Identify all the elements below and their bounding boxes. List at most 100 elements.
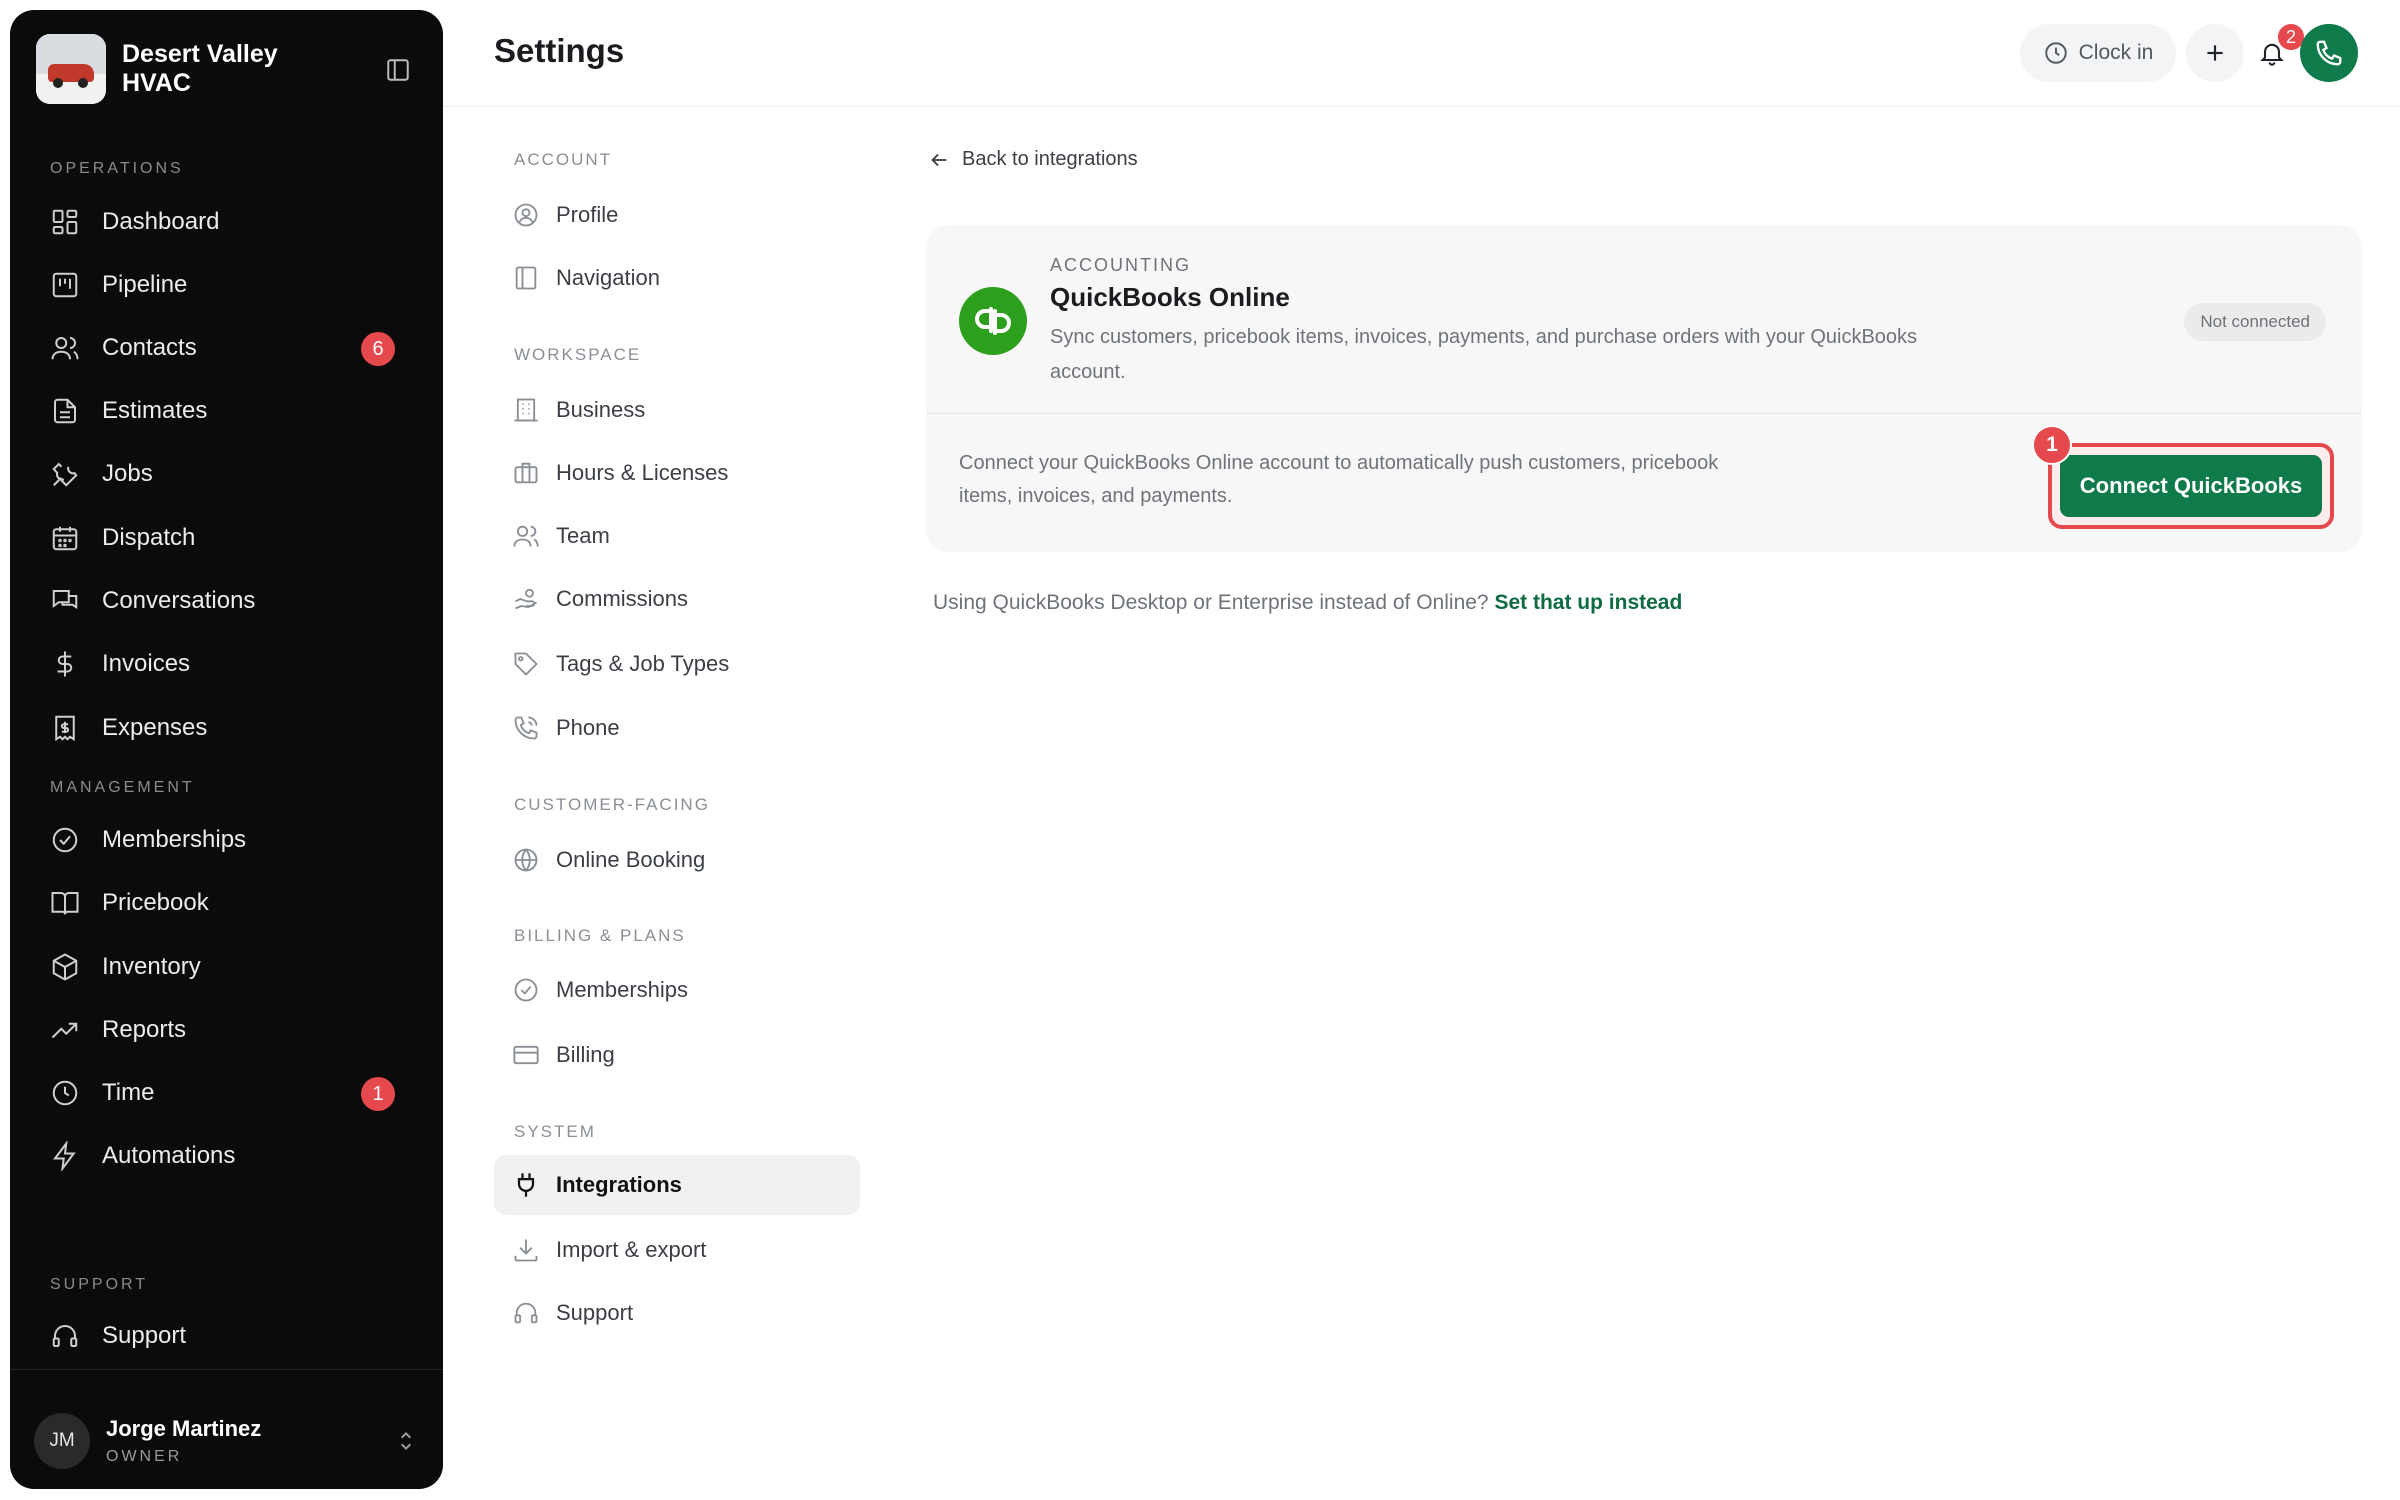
user-circle-icon xyxy=(512,201,540,229)
sidebar-item-invoices[interactable]: Invoices xyxy=(36,638,417,690)
sidebar-item-label: Time xyxy=(102,1079,155,1106)
panel-icon xyxy=(512,264,540,292)
sidebar-item-memberships[interactable]: Memberships xyxy=(36,814,417,866)
package-icon xyxy=(50,952,80,982)
page-title: Settings xyxy=(494,32,625,69)
trending-up-icon xyxy=(50,1015,80,1045)
sidebar-item-inventory[interactable]: Inventory xyxy=(36,941,417,993)
divider xyxy=(10,1369,443,1370)
pipeline-icon xyxy=(50,270,80,300)
sidebar-item-time[interactable]: Time 1 xyxy=(36,1067,417,1119)
settings-item-label: Billing xyxy=(556,1042,615,1067)
settings-item-support[interactable]: Support xyxy=(494,1283,860,1343)
sidebar-item-dispatch[interactable]: Dispatch xyxy=(36,512,417,564)
sidebar-item-pipeline[interactable]: Pipeline xyxy=(36,259,417,311)
brand[interactable]: Desert Valley HVAC xyxy=(36,34,417,104)
settings-item-label: Profile xyxy=(556,202,619,227)
user-name: Jorge Martinez xyxy=(106,1416,262,1441)
sidebar-item-label: Invoices xyxy=(102,650,191,677)
settings-item-commissions[interactable]: Commissions xyxy=(494,569,860,629)
settings-item-label: Commissions xyxy=(556,586,689,611)
sidebar-item-automations[interactable]: Automations xyxy=(36,1130,417,1182)
sidebar-item-label: Expenses xyxy=(102,714,208,741)
sidebar-item-conversations[interactable]: Conversations xyxy=(36,575,417,627)
sidebar-item-dashboard[interactable]: Dashboard xyxy=(36,196,417,248)
back-to-integrations-link[interactable]: Back to integrations xyxy=(928,148,1138,171)
clock-in-label: Clock in xyxy=(2078,41,2154,64)
connect-quickbooks-button[interactable]: Connect QuickBooks xyxy=(2060,455,2322,517)
set-up-desktop-link[interactable]: Set that up instead xyxy=(1494,591,1682,614)
settings-item-label: Team xyxy=(556,523,610,548)
user-menu[interactable]: JM Jorge Martinez OWNER xyxy=(34,1406,419,1476)
phone-icon xyxy=(2314,38,2344,68)
dashboard-icon xyxy=(50,207,80,237)
settings-item-billing[interactable]: Billing xyxy=(494,1025,860,1085)
phone-button[interactable] xyxy=(2300,24,2358,82)
card-description: Sync customers, pricebook items, invoice… xyxy=(1050,326,1918,383)
sidebar-item-reports[interactable]: Reports xyxy=(36,1004,417,1056)
section-customer-facing: CUSTOMER-FACING xyxy=(514,795,710,814)
settings-item-import-export[interactable]: Import & export xyxy=(494,1220,860,1280)
building-icon xyxy=(512,396,540,424)
card-body-text: Connect your QuickBooks Online account t… xyxy=(959,452,1719,507)
status-badge: Not connected xyxy=(2184,303,2326,341)
settings-item-navigation[interactable]: Navigation xyxy=(494,248,860,308)
settings-item-label: Phone xyxy=(556,715,620,740)
plug-icon xyxy=(512,1171,540,1199)
sidebar-item-contacts[interactable]: Contacts 6 xyxy=(36,322,417,374)
settings-item-label: Memberships xyxy=(556,977,689,1002)
divider xyxy=(926,413,2362,414)
quickbooks-logo-icon xyxy=(959,287,1027,355)
settings-item-label: Support xyxy=(556,1300,634,1325)
settings-item-business[interactable]: Business xyxy=(494,380,860,440)
arrow-left-icon xyxy=(928,149,950,171)
section-workspace: WORKSPACE xyxy=(514,345,642,364)
quickbooks-integration-card: ACCOUNTING QuickBooks Online Sync custom… xyxy=(926,225,2362,552)
sidebar-item-label: Jobs xyxy=(102,460,153,487)
settings-item-tags-job-types[interactable]: Tags & Job Types xyxy=(494,634,860,694)
divider xyxy=(443,106,2400,107)
section-support: SUPPORT xyxy=(50,1276,149,1293)
user-role: OWNER xyxy=(106,1448,183,1465)
step-number-badge: 1 xyxy=(2032,425,2072,465)
sidebar-item-expenses[interactable]: Expenses xyxy=(36,702,417,754)
settings-item-online-booking[interactable]: Online Booking xyxy=(494,830,860,890)
card-title: QuickBooks Online xyxy=(1050,282,1290,312)
wrench-icon xyxy=(50,459,80,489)
credit-card-icon xyxy=(512,1041,540,1069)
settings-item-integrations[interactable]: Integrations xyxy=(494,1155,860,1215)
section-billing-plans: BILLING & PLANS xyxy=(514,926,686,945)
sidebar-toggle-icon[interactable] xyxy=(385,57,411,83)
sidebar-item-support[interactable]: Support xyxy=(36,1310,417,1362)
settings-item-memberships[interactable]: Memberships xyxy=(494,960,860,1020)
add-button[interactable] xyxy=(2186,24,2244,82)
contacts-count-badge: 6 xyxy=(361,332,395,366)
sidebar-item-label: Reports xyxy=(102,1016,187,1043)
chevron-up-down-icon xyxy=(393,1426,419,1456)
sidebar-item-label: Support xyxy=(102,1322,187,1349)
badge-check-icon xyxy=(50,825,80,855)
settings-item-hours-licenses[interactable]: Hours & Licenses xyxy=(494,443,860,503)
sidebar-item-label: Memberships xyxy=(102,826,247,853)
sidebar-item-pricebook[interactable]: Pricebook xyxy=(36,877,417,929)
sidebar-item-label: Contacts xyxy=(102,334,197,361)
sidebar-item-jobs[interactable]: Jobs xyxy=(36,448,417,500)
settings-item-label: Online Booking xyxy=(556,847,706,872)
settings-item-label: Business xyxy=(556,397,646,422)
settings-item-team[interactable]: Team xyxy=(494,506,860,566)
sidebar-item-estimates[interactable]: Estimates xyxy=(36,385,417,437)
headset-icon xyxy=(50,1321,80,1351)
settings-item-profile[interactable]: Profile xyxy=(494,185,860,245)
clock-in-button[interactable]: Clock in xyxy=(2020,24,2176,82)
card-category: ACCOUNTING xyxy=(1050,255,1191,275)
headset-icon xyxy=(512,1299,540,1327)
sidebar-item-label: Pricebook xyxy=(102,889,209,916)
users-icon xyxy=(50,333,80,363)
settings-item-phone[interactable]: Phone xyxy=(494,698,860,758)
section-account: ACCOUNT xyxy=(514,150,613,169)
sidebar-item-label: Pipeline xyxy=(102,271,188,298)
settings-item-label: Hours & Licenses xyxy=(556,460,729,485)
settings-item-label: Navigation xyxy=(556,265,660,290)
clock-icon xyxy=(2043,40,2069,66)
plus-icon xyxy=(2202,40,2228,66)
